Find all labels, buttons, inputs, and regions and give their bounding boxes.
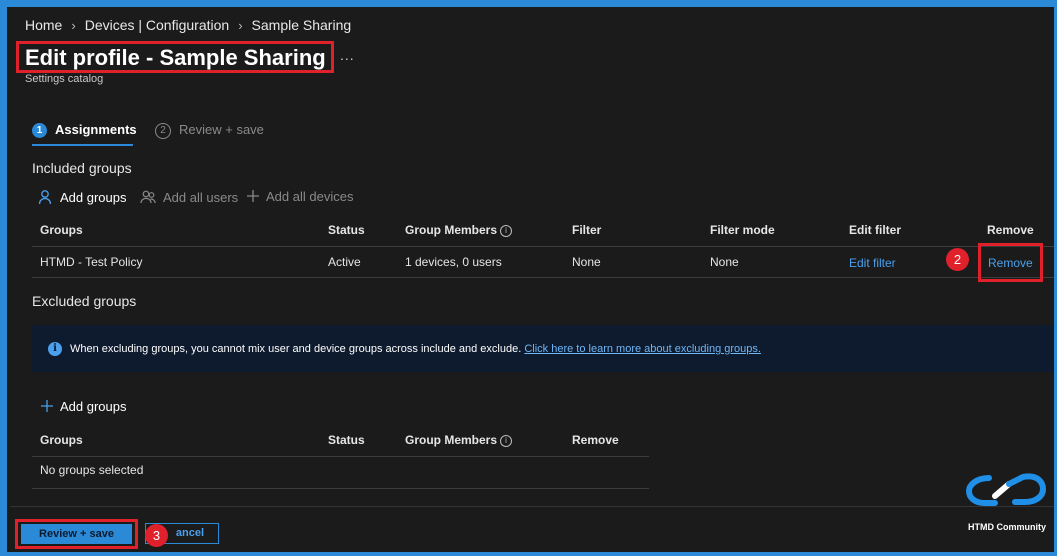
info-banner-text: When excluding groups, you cannot mix us… xyxy=(70,343,761,355)
table-divider xyxy=(32,277,1057,278)
empty-state-text: No groups selected xyxy=(40,463,144,477)
add-excluded-groups-button[interactable]: Add groups xyxy=(40,399,127,416)
info-icon[interactable]: i xyxy=(500,435,513,447)
info-banner-message: When excluding groups, you cannot mix us… xyxy=(70,343,522,355)
column-header-filter: Filter xyxy=(572,223,602,237)
table-divider xyxy=(32,488,649,489)
people-icon xyxy=(140,189,157,208)
step-label-review-save: Review + save xyxy=(179,122,264,137)
column-header-group-members: Group Members i xyxy=(405,223,513,237)
cell-filter-mode: None xyxy=(710,255,739,269)
annotation-badge-2: 2 xyxy=(946,248,969,271)
remove-highlight-box xyxy=(978,243,1043,282)
plus-icon xyxy=(40,399,54,416)
tab-assignments[interactable]: 1 Assignments xyxy=(32,122,137,139)
add-all-users-label: Add all users xyxy=(163,189,239,205)
step-label-assignments: Assignments xyxy=(55,122,137,137)
column-header-groups: Groups xyxy=(40,223,83,237)
table-divider xyxy=(32,456,649,457)
annotation-badge-3: 3 xyxy=(145,524,168,547)
add-groups-label: Add groups xyxy=(60,189,127,205)
screenshot-border xyxy=(0,0,1057,556)
breadcrumb: Home › Devices | Configuration › Sample Shar… xyxy=(25,17,351,33)
htmd-logo xyxy=(965,472,1047,508)
column-header-status: Status xyxy=(328,223,365,237)
column-header-group-members-label: Group Members xyxy=(405,223,498,237)
chevron-right-icon: › xyxy=(238,18,243,33)
column-header-groups: Groups xyxy=(40,433,83,447)
cell-group: HTMD - Test Policy xyxy=(40,255,143,269)
add-all-devices-label: Add all devices xyxy=(266,189,354,204)
step-number-2: 2 xyxy=(155,122,171,139)
column-header-filter-mode: Filter mode xyxy=(710,223,775,237)
step-number-1: 1 xyxy=(32,123,47,139)
info-icon: i xyxy=(48,342,62,356)
column-header-group-members-label: Group Members xyxy=(405,433,498,447)
person-add-icon xyxy=(38,189,54,208)
learn-more-link[interactable]: Click here to learn more about excluding… xyxy=(524,343,761,355)
cell-status: Active xyxy=(328,255,361,269)
excluded-groups-heading: Excluded groups xyxy=(32,293,137,309)
breadcrumb-home[interactable]: Home xyxy=(25,17,62,33)
add-all-users-button[interactable]: Add all users xyxy=(140,189,238,208)
page-subtitle: Settings catalog xyxy=(25,73,104,85)
cell-filter: None xyxy=(572,255,601,269)
column-header-status: Status xyxy=(328,433,365,447)
column-header-group-members: Group Members i xyxy=(405,433,513,447)
chevron-right-icon: › xyxy=(71,18,76,33)
column-header-remove: Remove xyxy=(572,433,619,447)
footer-divider xyxy=(10,506,1057,507)
active-tab-indicator xyxy=(32,144,133,146)
table-divider xyxy=(32,246,1057,247)
included-groups-heading: Included groups xyxy=(32,160,132,176)
info-icon[interactable]: i xyxy=(500,225,513,237)
column-header-edit-filter: Edit filter xyxy=(849,223,902,237)
breadcrumb-devices-configuration[interactable]: Devices | Configuration xyxy=(85,17,229,33)
review-save-button[interactable]: Review + save xyxy=(21,524,132,544)
column-header-remove: Remove xyxy=(987,223,1034,237)
add-all-devices-button[interactable]: Add all devices xyxy=(246,189,353,206)
plus-icon xyxy=(246,189,260,206)
title-highlight-box: Edit profile - Sample Sharing xyxy=(16,41,334,73)
logo-caption: HTMD Community xyxy=(968,522,1046,532)
add-groups-button[interactable]: Add groups xyxy=(38,189,127,208)
breadcrumb-current: Sample Sharing xyxy=(251,17,352,33)
tab-review-save[interactable]: 2 Review + save xyxy=(155,122,264,139)
more-options-button[interactable]: ... xyxy=(340,47,355,63)
add-groups-label: Add groups xyxy=(60,399,127,414)
cell-group-members: 1 devices, 0 users xyxy=(405,255,502,269)
edit-filter-link[interactable]: Edit filter xyxy=(849,256,896,270)
page-title: Edit profile - Sample Sharing xyxy=(25,45,326,70)
